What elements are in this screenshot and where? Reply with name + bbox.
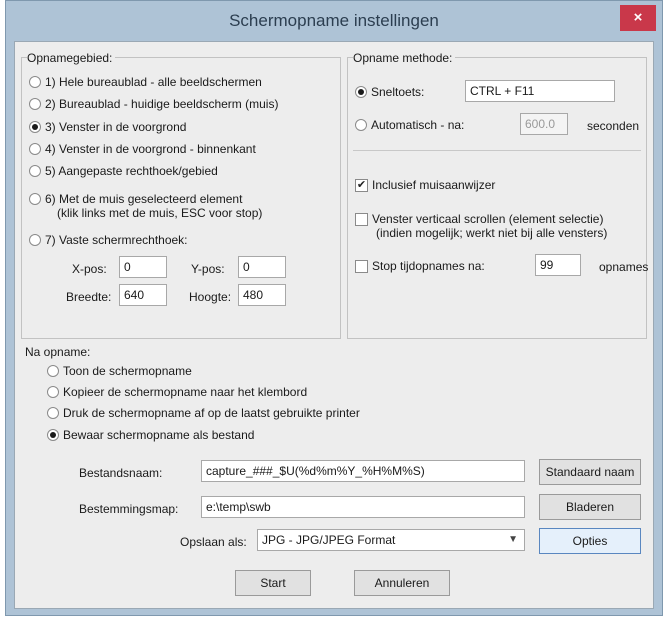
stop-capture-label: Stop tijdopnames na: [372, 259, 485, 273]
area-option-2-label: 2) Bureaublad - huidige beeldscherm (mui… [45, 97, 279, 111]
method-auto-option[interactable]: Automatisch - na: [355, 118, 464, 132]
area-radio-5[interactable] [29, 165, 41, 177]
capture-method-label: Opname methode: [353, 51, 456, 65]
close-button[interactable]: × [620, 5, 656, 31]
browse-button[interactable]: Bladeren [539, 494, 641, 520]
auto-interval-unit: seconden [587, 119, 640, 133]
dialog-client-area: Opnamegebied: 1) Hele bureaublad - alle … [14, 41, 654, 609]
title-bar[interactable]: Schermopname instellingen × [6, 1, 662, 41]
method-hotkey-radio[interactable] [355, 86, 367, 98]
area-radio-2[interactable] [29, 98, 41, 110]
after-option-1-label: Toon de schermopname [63, 364, 192, 378]
dropdown-arrow-icon: ▼ [508, 534, 518, 545]
after-radio-2[interactable] [47, 386, 59, 398]
after-option-3-label: Druk de schermopname af op de laatst geb… [63, 406, 360, 420]
after-radio-4[interactable] [47, 429, 59, 441]
area-radio-3[interactable] [29, 121, 41, 133]
after-option-1[interactable]: Toon de schermopname [47, 364, 192, 378]
after-radio-3[interactable] [47, 407, 59, 419]
auto-interval-field[interactable]: 600.0 [520, 113, 568, 135]
method-hotkey-label: Sneltoets: [371, 85, 425, 99]
area-option-5-label: 5) Aangepaste rechthoek/gebied [45, 164, 218, 178]
after-option-4[interactable]: Bewaar schermopname als bestand [47, 428, 254, 442]
scroll-window-checkbox[interactable] [355, 213, 368, 226]
area-option-1-label: 1) Hele bureaublad - alle beeldschermen [45, 75, 262, 89]
after-capture-label: Na opname: [25, 345, 94, 359]
after-radio-1[interactable] [47, 365, 59, 377]
stop-capture-checkbox[interactable] [355, 260, 368, 273]
filename-label: Bestandsnaam: [79, 466, 163, 480]
method-auto-label: Automatisch - na: [371, 118, 465, 132]
area-option-4[interactable]: 4) Venster in de voorgrond - binnenkant [29, 142, 256, 156]
area-option-7[interactable]: 7) Vaste schermrechthoek: [29, 233, 188, 247]
scroll-window-hint: (indien mogelijk; werkt niet bij alle ve… [376, 226, 608, 240]
height-field[interactable]: 480 [238, 284, 286, 306]
include-cursor-label: Inclusief muisaanwijzer [372, 178, 496, 192]
area-radio-6[interactable] [29, 193, 41, 205]
area-option-2[interactable]: 2) Bureaublad - huidige beeldscherm (mui… [29, 97, 278, 111]
area-radio-1[interactable] [29, 76, 41, 88]
folder-label: Bestemmingsmap: [79, 502, 179, 516]
method-hotkey-option[interactable]: Sneltoets: [355, 85, 424, 99]
ypos-label: Y-pos: [191, 262, 225, 276]
after-option-2-label: Kopieer de schermopname naar het klembor… [63, 385, 308, 399]
start-button[interactable]: Start [235, 570, 311, 596]
method-separator [353, 150, 641, 151]
area-option-3-label: 3) Venster in de voorgrond [45, 120, 187, 134]
area-option-6-label: 6) Met de muis geselecteerd element [45, 192, 243, 206]
file-format-value: JPG - JPG/JPEG Format [262, 533, 396, 547]
stop-count-unit: opnames [599, 260, 649, 274]
default-name-button[interactable]: Standaard naam [539, 459, 641, 485]
height-label: Hoogte: [189, 290, 232, 304]
method-auto-radio[interactable] [355, 119, 367, 131]
scroll-window-label: Venster verticaal scrollen (element sele… [372, 212, 604, 226]
folder-field[interactable]: e:\temp\swb [201, 496, 525, 518]
include-cursor-checkbox[interactable]: ✔ [355, 179, 368, 192]
include-cursor-option[interactable]: ✔ Inclusief muisaanwijzer [355, 178, 495, 192]
area-option-6-text: 6) Met de muis geselecteerd element (kli… [45, 192, 262, 220]
area-radio-4[interactable] [29, 143, 41, 155]
area-radio-7[interactable] [29, 234, 41, 246]
settings-window: Schermopname instellingen × Opnamegebied… [5, 0, 663, 616]
cancel-button[interactable]: Annuleren [354, 570, 450, 596]
options-button[interactable]: Opties [539, 528, 641, 554]
scroll-window-text: Venster verticaal scrollen (element sele… [372, 212, 607, 240]
area-option-6[interactable]: 6) Met de muis geselecteerd element (kli… [29, 192, 262, 220]
area-option-7-label: 7) Vaste schermrechthoek: [45, 233, 188, 247]
after-option-3[interactable]: Druk de schermopname af op de laatst geb… [47, 406, 360, 420]
after-option-2[interactable]: Kopieer de schermopname naar het klembor… [47, 385, 307, 399]
after-option-4-label: Bewaar schermopname als bestand [63, 428, 255, 442]
xpos-label: X-pos: [72, 262, 107, 276]
stop-capture-option[interactable]: Stop tijdopnames na: [355, 259, 485, 273]
xpos-field[interactable]: 0 [119, 256, 167, 278]
file-format-select[interactable]: JPG - JPG/JPEG Format ▼ [257, 529, 525, 551]
ypos-field[interactable]: 0 [238, 256, 286, 278]
area-option-4-label: 4) Venster in de voorgrond - binnenkant [45, 142, 256, 156]
window-title: Schermopname instellingen [229, 11, 439, 30]
capture-area-label: Opnamegebied: [27, 51, 116, 65]
filename-field[interactable]: capture_###_$U(%d%m%Y_%H%M%S) [201, 460, 525, 482]
area-option-6-hint: (klik links met de muis, ESC voor stop) [57, 206, 263, 220]
hotkey-field[interactable]: CTRL + F11 [465, 80, 615, 102]
width-field[interactable]: 640 [119, 284, 167, 306]
area-option-1[interactable]: 1) Hele bureaublad - alle beeldschermen [29, 75, 262, 89]
width-label: Breedte: [66, 290, 112, 304]
stop-count-field[interactable]: 99 [535, 254, 581, 276]
area-option-3[interactable]: 3) Venster in de voorgrond [29, 120, 186, 134]
area-option-5[interactable]: 5) Aangepaste rechthoek/gebied [29, 164, 218, 178]
save-as-label: Opslaan als: [180, 535, 247, 549]
scroll-window-option[interactable]: Venster verticaal scrollen (element sele… [355, 212, 607, 240]
